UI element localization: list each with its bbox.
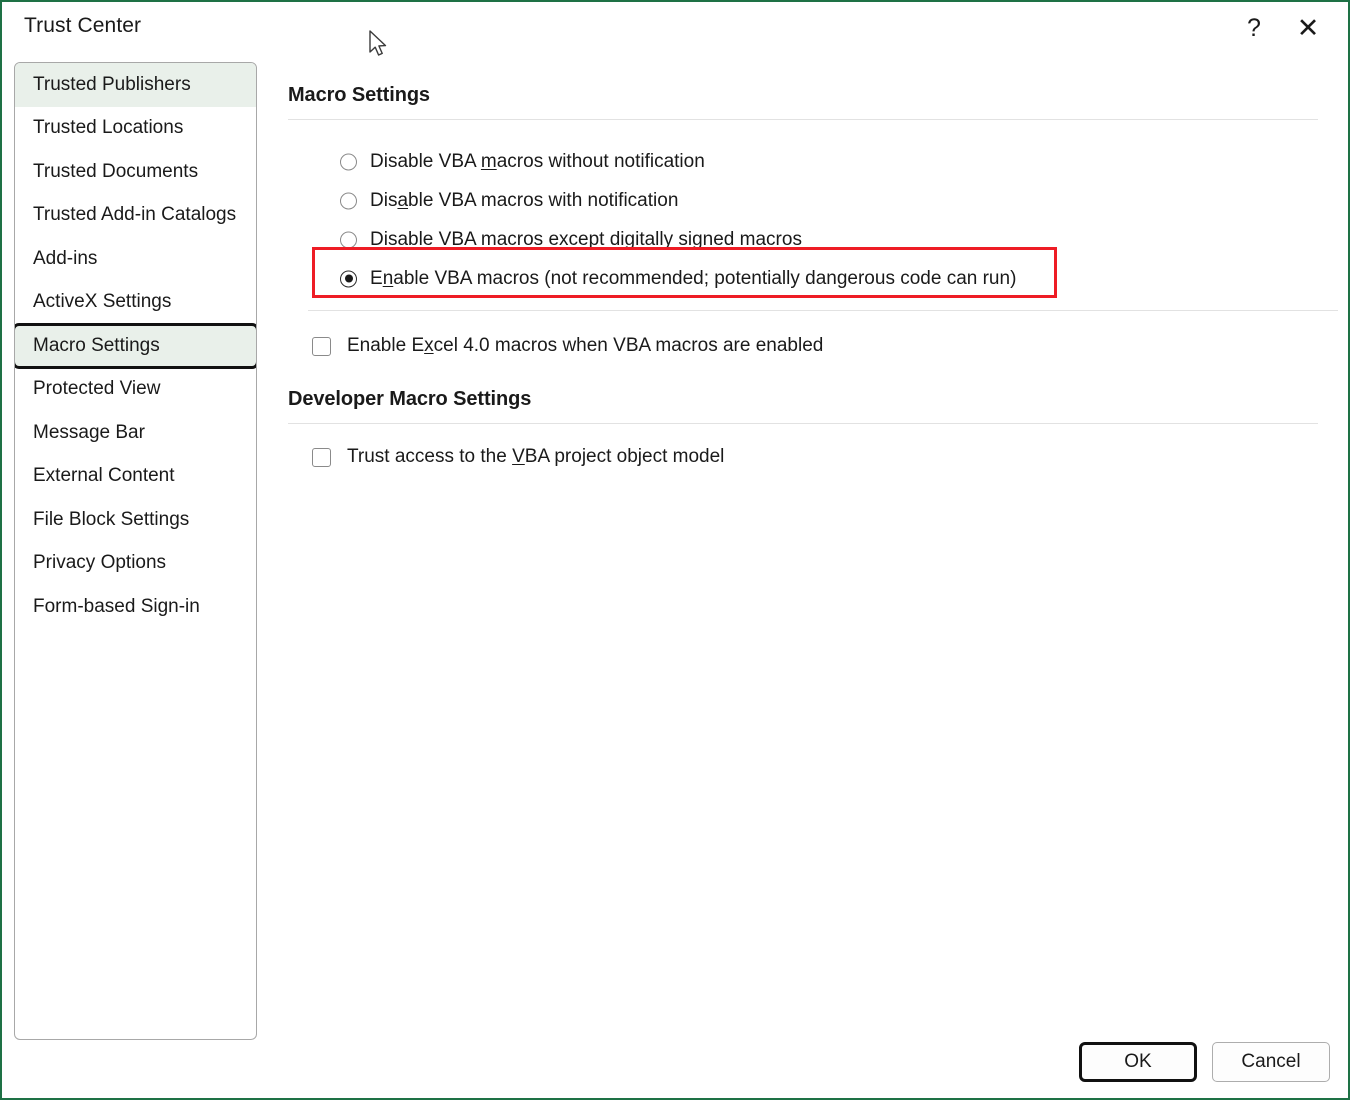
- sidebar-item-label: Add-ins: [33, 247, 98, 269]
- section-divider: [308, 310, 1338, 311]
- accelerator-key: g: [624, 228, 636, 250]
- sidebar-item-label: Form-based Sign-in: [33, 595, 200, 617]
- sidebar-item-privacy-options[interactable]: Privacy Options: [15, 542, 256, 586]
- accelerator-key: V: [512, 446, 525, 467]
- trust-access-vba-label: Trust access to the VBA project object m…: [347, 446, 725, 467]
- macro-settings-heading: Macro Settings: [288, 84, 430, 106]
- sidebar-item-label: Message Bar: [33, 421, 145, 443]
- enable-excel4-macros-label: Enable Excel 4.0 macros when VBA macros …: [347, 335, 824, 356]
- macro-radio-option-label: Disable VBA macros without notification: [370, 150, 705, 172]
- close-icon: ✕: [1296, 12, 1320, 43]
- accelerator-key: x: [424, 335, 434, 356]
- sidebar-item-file-block-settings[interactable]: File Block Settings: [15, 498, 256, 542]
- sidebar-item-label: Privacy Options: [33, 552, 167, 574]
- sidebar-item-label: ActiveX Settings: [33, 291, 172, 313]
- sidebar-item-label: Trusted Publishers: [33, 73, 191, 95]
- sidebar-item-form-based-sign-in[interactable]: Form-based Sign-in: [15, 585, 256, 629]
- ok-button[interactable]: OK: [1079, 1042, 1197, 1082]
- accelerator-key: n: [382, 267, 394, 289]
- sidebar-item-trusted-locations[interactable]: Trusted Locations: [15, 107, 256, 151]
- help-button[interactable]: ?: [1232, 8, 1276, 48]
- question-mark-icon: ?: [1247, 13, 1261, 42]
- close-button[interactable]: ✕: [1286, 8, 1330, 48]
- sidebar-item-protected-view[interactable]: Protected View: [15, 368, 256, 412]
- radio-unselected-icon[interactable]: [340, 192, 357, 209]
- accelerator-key: a: [397, 189, 409, 211]
- macro-radio-option-label: Disable VBA macros with notification: [370, 189, 679, 211]
- trust-access-vba-checkbox-row[interactable]: Trust access to the VBA project object m…: [312, 440, 724, 474]
- sidebar-item-message-bar[interactable]: Message Bar: [15, 411, 256, 455]
- sidebar-item-label: File Block Settings: [33, 508, 190, 530]
- sidebar-item-label: External Content: [33, 465, 175, 487]
- macro-radio-option-label: Enable VBA macros (not recommended; pote…: [370, 267, 1017, 289]
- sidebar-item-trusted-documents[interactable]: Trusted Documents: [15, 150, 256, 194]
- checkbox-icon[interactable]: [312, 447, 331, 467]
- developer-macro-settings-heading: Developer Macro Settings: [288, 388, 532, 410]
- macro-radio-option-4[interactable]: Enable VBA macros (not recommended; pote…: [288, 259, 1318, 298]
- page-title: Trust Center: [24, 14, 142, 37]
- section-divider: [288, 423, 1318, 424]
- main-panel: Macro Settings Disable VBA macros withou…: [288, 62, 1338, 1026]
- enable-excel4-macros-checkbox-row[interactable]: Enable Excel 4.0 macros when VBA macros …: [312, 329, 823, 363]
- radio-unselected-icon[interactable]: [340, 153, 357, 170]
- radio-unselected-icon[interactable]: [340, 231, 357, 248]
- sidebar-item-label: Protected View: [33, 378, 161, 400]
- sidebar-item-activex-settings[interactable]: ActiveX Settings: [15, 281, 256, 325]
- sidebar-item-trusted-add-in-catalogs[interactable]: Trusted Add-in Catalogs: [15, 194, 256, 238]
- macro-radio-option-1[interactable]: Disable VBA macros without notification: [288, 142, 1318, 181]
- macro-settings-radio-group[interactable]: Disable VBA macros without notification D…: [288, 142, 1318, 298]
- title-bar: Trust Center ? ✕: [2, 2, 1348, 54]
- sidebar-item-label: Trusted Add-in Catalogs: [33, 204, 237, 226]
- sidebar-item-macro-settings[interactable]: Macro Settings: [15, 323, 256, 368]
- sidebar-item-label: Trusted Locations: [33, 117, 184, 139]
- sidebar-item-external-content[interactable]: External Content: [15, 455, 256, 499]
- sidebar-item-add-ins[interactable]: Add-ins: [15, 237, 256, 281]
- sidebar-nav-list[interactable]: Trusted Publishers Trusted Locations Trust…: [14, 62, 257, 1040]
- macro-radio-option-3[interactable]: Disable VBA macros except digitally sign…: [288, 220, 1318, 259]
- macro-radio-option-2[interactable]: Disable VBA macros with notification: [288, 181, 1318, 220]
- section-divider: [288, 119, 1318, 120]
- radio-selected-icon[interactable]: [340, 270, 357, 287]
- trust-center-dialog: Trust Center ? ✕ Trusted Publishers Trust…: [0, 0, 1350, 1100]
- macro-radio-option-label: Disable VBA macros except digitally sign…: [370, 228, 802, 250]
- sidebar-item-label: Macro Settings: [33, 334, 160, 356]
- accelerator-key: m: [480, 150, 497, 172]
- checkbox-icon[interactable]: [312, 336, 331, 356]
- cancel-button[interactable]: Cancel: [1212, 1042, 1330, 1082]
- dialog-footer: OK Cancel: [1079, 1042, 1330, 1082]
- sidebar-item-label: Trusted Documents: [33, 160, 199, 182]
- sidebar-item-trusted-publishers[interactable]: Trusted Publishers: [15, 63, 256, 107]
